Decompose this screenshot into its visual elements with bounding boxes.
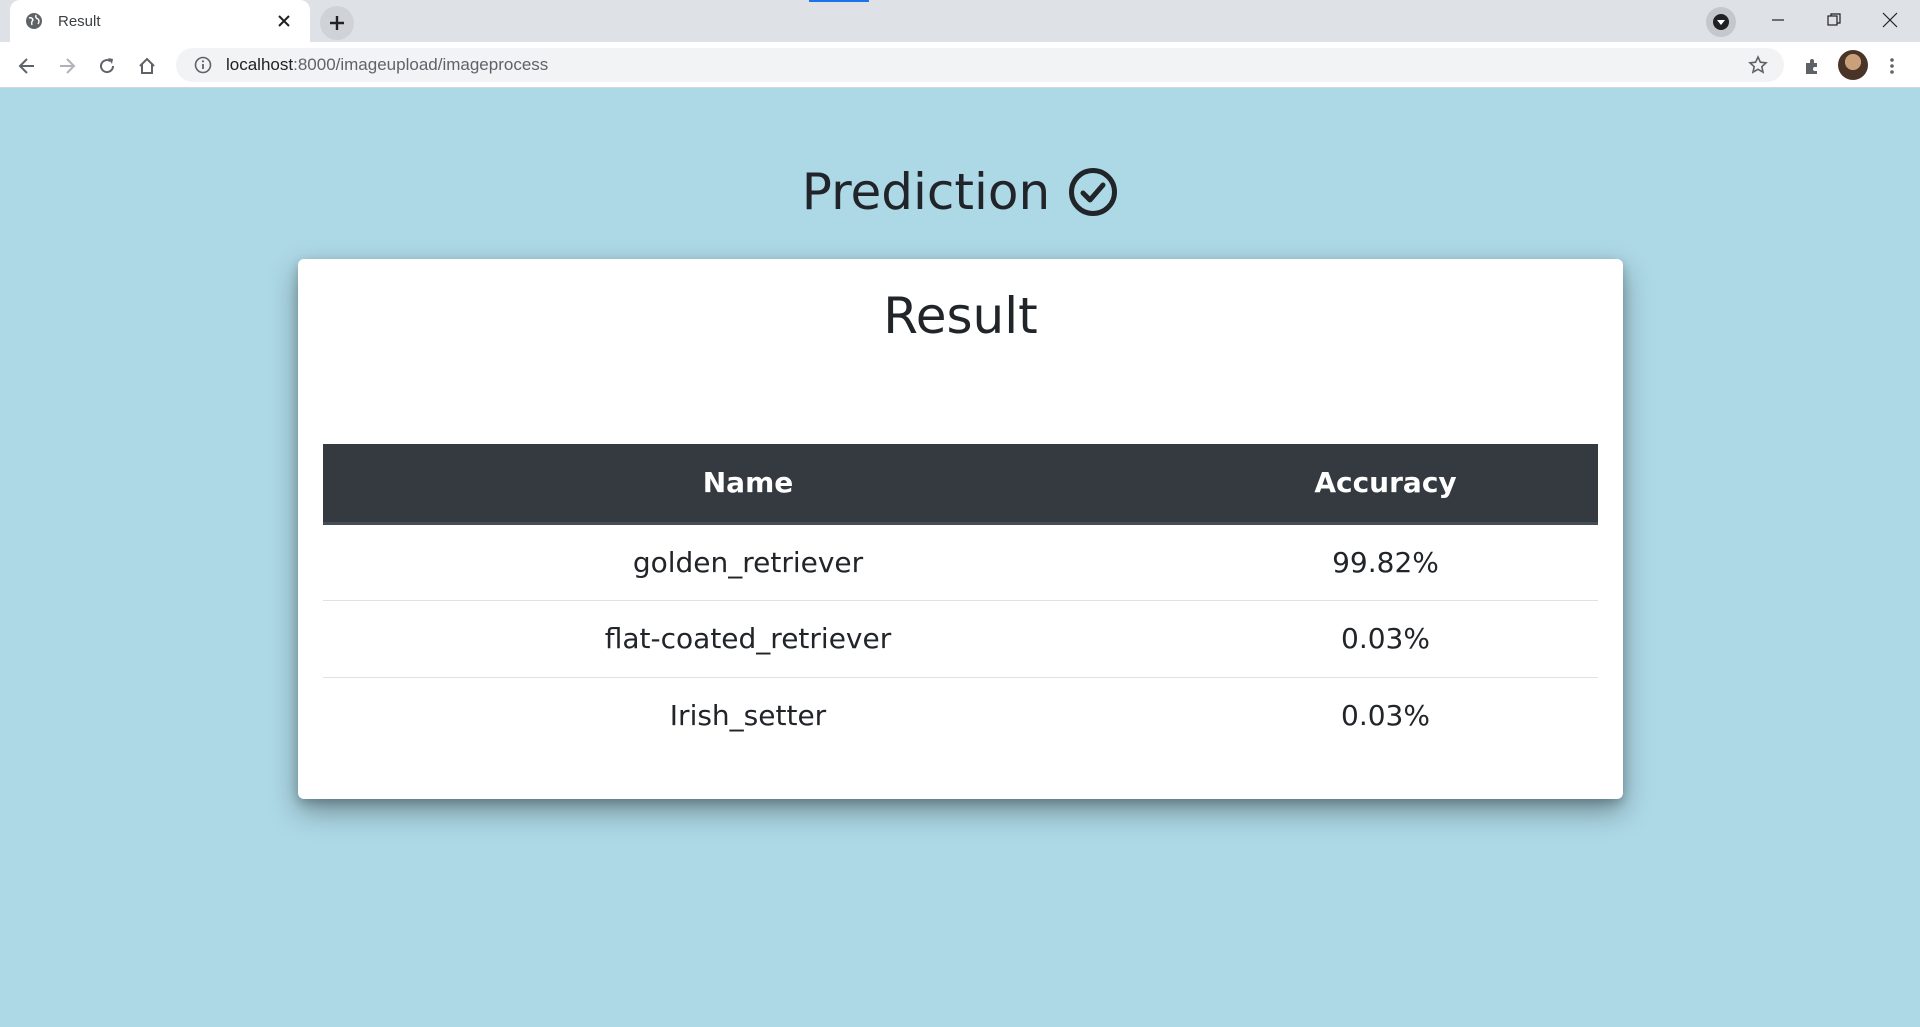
tab-strip-indicator [809,0,869,2]
browser-tab-active[interactable]: Result [10,0,310,42]
minimize-icon [1772,19,1784,21]
result-card: Result Name Accuracy golden_retriever 99… [298,259,1623,799]
browser-menu-button[interactable] [1876,50,1908,82]
back-button[interactable] [11,50,43,82]
table-row: golden_retriever 99.82% [323,523,1598,600]
tab-search-button[interactable] [1706,7,1736,37]
more-vertical-icon [1890,58,1894,74]
profile-avatar[interactable] [1838,50,1868,80]
home-button[interactable] [131,50,163,82]
prediction-accuracy: 0.03% [1173,676,1598,754]
arrow-right-icon [60,58,76,74]
column-header-accuracy: Accuracy [1173,444,1598,525]
prediction-accuracy: 99.82% [1332,545,1439,579]
table-header-row: Name Accuracy [323,444,1598,525]
bookmark-star-icon[interactable] [1746,53,1770,77]
prediction-accuracy: 0.03% [1173,599,1598,677]
address-bar[interactable]: localhost:8000/imageupload/imageprocess [176,48,1784,82]
result-table: Name Accuracy golden_retriever 99.82% fl… [323,444,1598,754]
card-title: Result [883,287,1038,345]
tab-title: Result [58,12,101,30]
tab-strip: Result [0,0,1920,42]
close-tab-icon[interactable] [272,9,296,33]
url-text: localhost:8000/imageupload/imageprocess [226,55,549,74]
close-icon [1882,12,1898,28]
table-row: flat-coated_retriever 0.03% [323,599,1598,677]
check-circle-icon [1068,167,1118,217]
column-header-name: Name [323,444,1173,525]
close-window-button[interactable] [1862,0,1918,40]
prediction-name: Irish_setter [323,676,1173,754]
restore-button[interactable] [1806,0,1862,40]
new-tab-button[interactable] [320,6,354,40]
home-icon [139,57,155,74]
prediction-name: golden_retriever [632,545,864,579]
reload-icon [100,58,115,74]
browser-toolbar: localhost:8000/imageupload/imageprocess [0,42,1920,88]
forward-button[interactable] [51,50,83,82]
page-title: Prediction [801,163,1051,221]
prediction-name: flat-coated_retriever [323,599,1173,677]
reload-button[interactable] [91,50,123,82]
arrow-left-icon [18,58,34,74]
chevron-down-icon [1713,14,1729,30]
table-row: Irish_setter 0.03% [323,676,1598,754]
minimize-button[interactable] [1750,0,1806,40]
info-icon[interactable] [192,54,214,76]
puzzle-icon [1806,59,1817,74]
restore-icon [1827,13,1841,26]
page-heading: Prediction [0,163,1920,221]
extensions-button[interactable] [1796,50,1828,82]
globe-icon [24,11,44,31]
